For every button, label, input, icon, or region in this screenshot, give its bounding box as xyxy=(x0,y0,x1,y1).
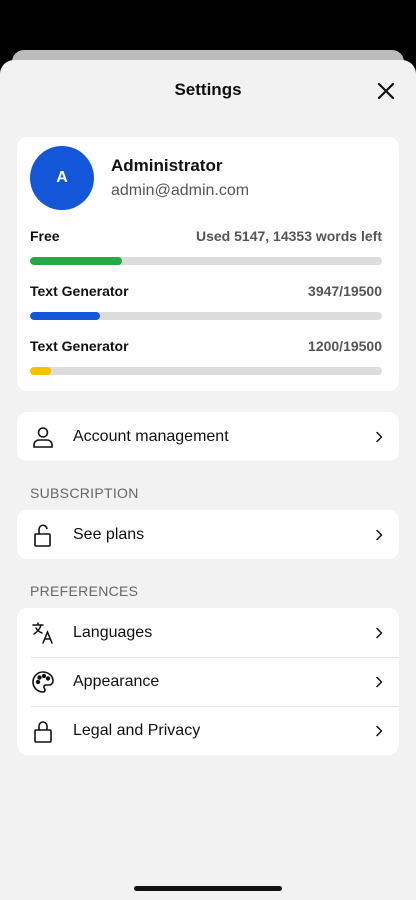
usage-bar xyxy=(30,312,382,320)
page-title: Settings xyxy=(174,80,242,99)
avatar: A xyxy=(30,146,94,210)
header: Settings xyxy=(0,60,416,120)
section-label-subscription: SUBSCRIPTION xyxy=(30,485,139,501)
usage-bar-fill xyxy=(30,257,122,265)
usage-value: Used 5147, 14353 words left xyxy=(196,228,382,244)
row-label: Languages xyxy=(73,623,153,641)
usage-bar-fill xyxy=(30,367,52,375)
close-button[interactable] xyxy=(376,81,396,101)
profile-card: A Administrator admin@admin.com Free Use… xyxy=(17,137,399,391)
usage-item: Text Generator 3947/19500 xyxy=(30,283,382,320)
usage-bar xyxy=(30,257,382,265)
chevron-right-icon xyxy=(376,627,383,638)
row-label: Appearance xyxy=(73,672,160,690)
palette-icon xyxy=(31,670,55,694)
row-label: Legal and Privacy xyxy=(73,721,201,739)
chevron-right-icon xyxy=(376,529,383,540)
account-management-row[interactable]: Account management xyxy=(17,412,399,461)
profile-name: Administrator xyxy=(111,156,223,175)
home-indicator xyxy=(134,886,282,891)
account-card: Account management xyxy=(17,412,399,461)
usage-bar xyxy=(30,367,382,375)
usage-label: Text Generator xyxy=(30,338,129,354)
appearance-row[interactable]: Appearance xyxy=(17,657,399,706)
usage-value: 3947/19500 xyxy=(308,283,382,299)
preferences-card: Languages Appearance Legal and Privacy xyxy=(17,608,399,755)
subscription-card: See plans xyxy=(17,510,399,559)
settings-sheet: Settings A Administrator admin@admin.com… xyxy=(0,60,416,900)
usage-label: Free xyxy=(30,228,60,244)
usage-item: Free Used 5147, 14353 words left xyxy=(30,228,382,265)
usage-label: Text Generator xyxy=(30,283,129,299)
chevron-right-icon xyxy=(376,431,383,442)
chevron-right-icon xyxy=(376,725,383,736)
unlock-icon xyxy=(31,523,55,547)
row-label: See plans xyxy=(73,525,145,543)
languages-row[interactable]: Languages xyxy=(17,608,399,657)
translate-icon xyxy=(31,621,55,645)
close-icon xyxy=(377,82,395,100)
legal-privacy-row[interactable]: Legal and Privacy xyxy=(17,706,399,755)
see-plans-row[interactable]: See plans xyxy=(17,510,399,559)
profile-email: admin@admin.com xyxy=(111,182,250,199)
row-label: Account management xyxy=(73,427,229,445)
person-icon xyxy=(31,425,55,449)
usage-bar-fill xyxy=(30,312,101,320)
chevron-right-icon xyxy=(376,676,383,687)
section-label-preferences: PREFERENCES xyxy=(30,583,139,599)
lock-icon xyxy=(31,719,55,743)
usage-item: Text Generator 1200/19500 xyxy=(30,338,382,375)
usage-value: 1200/19500 xyxy=(308,338,382,354)
